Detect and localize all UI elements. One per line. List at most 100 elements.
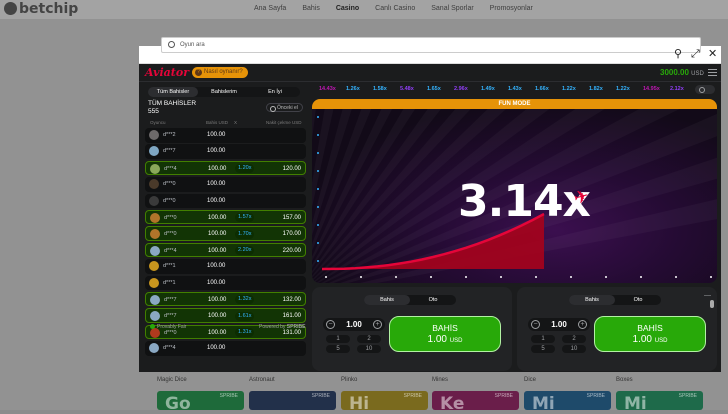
game-thumb-text: Ke xyxy=(440,394,465,414)
y-axis-dot xyxy=(317,206,319,208)
history-toggle-button[interactable] xyxy=(695,85,715,94)
multiplier-history: 14.43x 1.26x 1.58x 5.48x 1.65x 2.96x 1.49x 1.43… xyxy=(315,84,715,96)
col-cashout: Nakit çekme USD xyxy=(266,120,302,125)
tab-bet[interactable]: Bahis xyxy=(364,295,410,305)
avatar xyxy=(149,343,159,354)
bet-row: d***4 100.00 1.20x 120.00 xyxy=(145,160,306,176)
nav-item-4[interactable]: Sanal Sporlar xyxy=(431,5,473,12)
menu-icon[interactable] xyxy=(708,69,717,76)
tab-bet[interactable]: Bahis xyxy=(569,295,615,305)
game-thumbnail[interactable]: Ke SPRIBE xyxy=(432,391,519,414)
bets-tabs: Tüm Bahisler Bahislerim En İyi xyxy=(148,87,300,97)
history-multiplier: 1.65x xyxy=(427,86,441,92)
player-name: d***7 xyxy=(164,296,177,303)
avatar xyxy=(150,163,160,174)
game-thumbnail[interactable]: SPRIBE xyxy=(249,391,336,410)
history-multiplier: 1.49x xyxy=(481,86,495,92)
bet-amount: 100.00 xyxy=(208,247,227,254)
spribe-tag: SPRIBE xyxy=(311,393,330,399)
previous-round-button[interactable]: Önceki el xyxy=(266,103,303,112)
game-thumbnail[interactable]: Go SPRIBE xyxy=(157,391,244,414)
more-options-icon[interactable]: — xyxy=(704,292,711,299)
avatar xyxy=(149,277,159,288)
site-logo[interactable]: betchip xyxy=(4,1,78,17)
game-thumb-text: Mi xyxy=(624,394,647,414)
quick-stake-button[interactable]: 2 xyxy=(357,335,381,343)
cashout-multiplier: 1.70x xyxy=(235,229,255,239)
nav-item-1[interactable]: Bahis xyxy=(302,5,320,12)
game-label[interactable]: Boxes xyxy=(616,377,633,383)
nav-item-3[interactable]: Canlı Casino xyxy=(375,5,415,12)
quick-stake-button[interactable]: 5 xyxy=(531,345,555,353)
bet-row: d***4 100.00 xyxy=(145,341,306,356)
question-icon: ? xyxy=(195,69,202,76)
nav-item-5[interactable]: Promosyonlar xyxy=(490,5,533,12)
game-thumb-text: Go xyxy=(165,394,191,414)
scrollbar[interactable] xyxy=(710,300,714,308)
x-axis-dot xyxy=(535,276,537,278)
game-thumbnail[interactable]: Mi SPRIBE xyxy=(616,391,703,414)
tab-all-bets[interactable]: Tüm Bahisler xyxy=(148,87,198,97)
spribe-tag: SPRIBE xyxy=(586,393,605,399)
bet-amount: 100.00 xyxy=(207,279,226,286)
place-bet-button[interactable]: BAHİS 1.00 USD xyxy=(594,316,706,352)
game-label[interactable]: Mines xyxy=(432,377,448,383)
tab-auto[interactable]: Oto xyxy=(615,295,661,305)
plus-icon[interactable]: + xyxy=(373,320,382,329)
bet-panel-1: Bahis Oto − 1.00 + 1 2 5 10 BAHİS 1.00 U… xyxy=(312,287,512,371)
search-icon[interactable]: ⚲ xyxy=(674,49,682,60)
player-name: d***0 xyxy=(164,214,177,221)
game-label[interactable]: Dice xyxy=(524,377,536,383)
game-label[interactable]: Magic Dice xyxy=(157,377,187,383)
bet-row: d***4 100.00 2.20x 220.00 xyxy=(145,242,306,258)
player-name: d***0 xyxy=(163,197,176,204)
y-axis-dot xyxy=(317,224,319,226)
avatar xyxy=(150,229,160,240)
history-multiplier: 2.96x xyxy=(454,86,468,92)
history-multiplier: 1.82x xyxy=(589,86,603,92)
spribe-tag: SPRIBE xyxy=(403,393,422,399)
game-label[interactable]: Astronaut xyxy=(249,377,275,383)
logo-ball-icon xyxy=(4,2,17,15)
avatar xyxy=(149,179,159,190)
quick-stake-button[interactable]: 5 xyxy=(326,345,350,353)
tab-my-bets[interactable]: Bahislerim xyxy=(199,87,249,97)
history-multiplier: 1.58x xyxy=(373,86,387,92)
bet-amount: 100.00 xyxy=(207,263,226,270)
game-label[interactable]: Plinko xyxy=(341,377,357,383)
provably-fair-bar: Provably Fair Powered by SPRIBE xyxy=(142,322,306,332)
quick-stake-button[interactable]: 2 xyxy=(562,335,586,343)
expand-icon[interactable]: ⤢ xyxy=(691,49,700,60)
how-to-play-button[interactable]: ? Nasıl oynanır? xyxy=(192,67,248,78)
quick-stake-button[interactable]: 10 xyxy=(562,345,586,353)
stake-stepper[interactable]: − 1.00 + xyxy=(528,318,590,331)
close-icon[interactable]: ✕ xyxy=(708,49,717,60)
plus-icon[interactable]: + xyxy=(578,320,587,329)
bet-currency: USD xyxy=(654,338,668,344)
nav-item-0[interactable]: Ana Sayfa xyxy=(254,5,286,12)
tab-top[interactable]: En İyi xyxy=(250,87,300,97)
spribe-tag: SPRIBE xyxy=(678,393,697,399)
search-input[interactable]: Oyun ara xyxy=(161,37,701,53)
quick-stake-button[interactable]: 10 xyxy=(357,345,381,353)
nav-item-2[interactable]: Casino xyxy=(336,5,359,12)
bet-button-label: BAHİS xyxy=(637,323,663,333)
bet-amount: 100.00 xyxy=(207,181,226,188)
avatar xyxy=(149,261,159,272)
game-thumbnail[interactable]: Mi SPRIBE xyxy=(524,391,611,414)
x-axis-dot xyxy=(640,276,642,278)
place-bet-button[interactable]: BAHİS 1.00 USD xyxy=(389,316,501,352)
tab-auto[interactable]: Oto xyxy=(410,295,456,305)
player-name: d***0 xyxy=(163,181,176,188)
player-name: d***1 xyxy=(163,279,176,286)
history-multiplier: 5.48x xyxy=(400,86,414,92)
avatar xyxy=(150,311,160,322)
bet-row: d***1 100.00 xyxy=(145,259,306,274)
bet-controls: Bahis Oto − 1.00 + 1 2 5 10 BAHİS 1.00 U… xyxy=(312,287,717,371)
provably-fair-link[interactable]: Provably Fair xyxy=(148,324,186,330)
stake-stepper[interactable]: − 1.00 + xyxy=(323,318,385,331)
x-axis-dot xyxy=(430,276,432,278)
quick-stake-button[interactable]: 1 xyxy=(326,335,350,343)
game-thumbnail[interactable]: Hi SPRIBE xyxy=(341,391,428,414)
quick-stake-button[interactable]: 1 xyxy=(531,335,555,343)
